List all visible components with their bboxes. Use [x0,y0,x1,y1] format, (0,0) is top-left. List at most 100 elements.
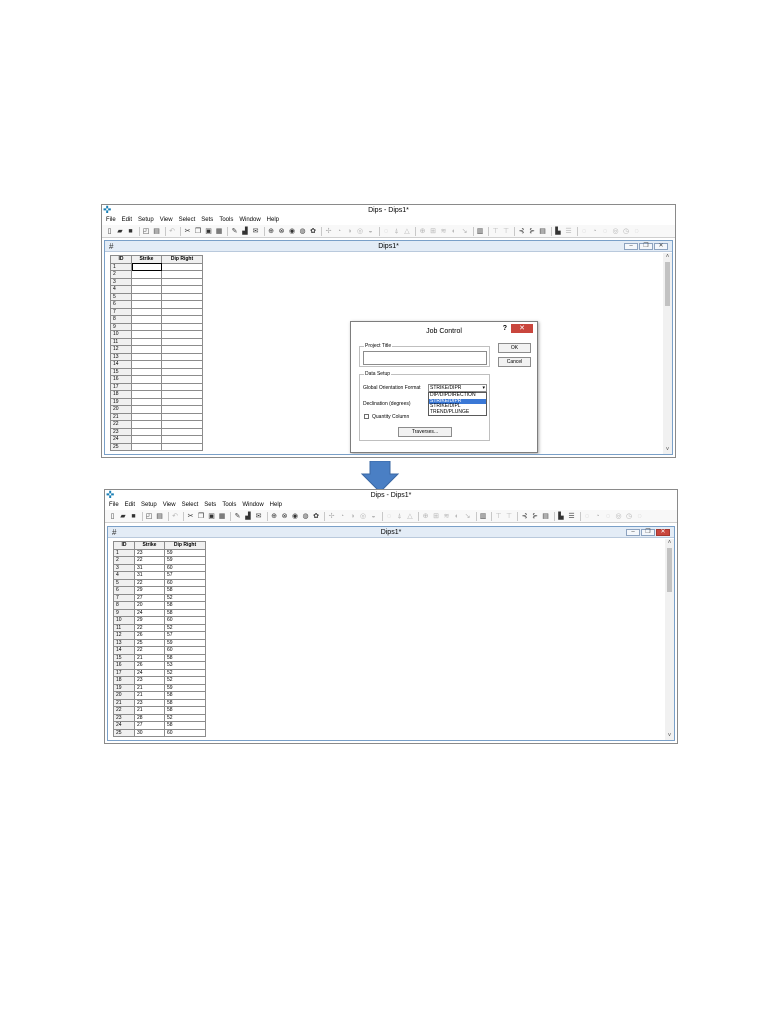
close-icon[interactable]: ✕ [656,529,670,536]
table-row[interactable]: 25 30 60 [113,728,206,737]
table-row[interactable]: 8 [110,315,203,324]
orientation-format-select[interactable]: STRIKE/DIPR ▾ [428,384,487,392]
row-id[interactable]: 25 [110,442,132,451]
histogram-icon[interactable]: ▥ [476,227,485,236]
dip-right-cell[interactable]: 52 [164,593,206,602]
table-row[interactable]: 8 20 58 [113,601,206,610]
restore-icon[interactable]: ❐ [641,529,655,536]
dip-right-cell[interactable] [161,375,203,384]
row-id[interactable]: 4 [110,285,132,294]
add-set-icon[interactable]: ⊰ [517,227,526,236]
strike-cell[interactable]: 26 [134,661,165,670]
tools-icon[interactable]: ✎ [233,512,242,521]
tool-i-icon[interactable]: ⊕ [418,227,427,236]
scatter-plot-icon[interactable]: ⊗ [277,227,286,236]
strike-cell[interactable]: 28 [134,713,165,722]
menu-view[interactable]: View [160,216,173,225]
dip-right-cell[interactable]: 57 [164,631,206,640]
dip-right-cell[interactable]: 58 [164,706,206,715]
strike-cell[interactable]: 21 [134,691,165,700]
menu-file[interactable]: File [109,501,119,510]
table-row[interactable]: 10 29 60 [113,616,206,625]
open-folder-icon[interactable]: ▰ [119,512,128,521]
strike-cell[interactable] [131,285,162,294]
copy-icon[interactable]: ❐ [197,512,206,521]
table-row[interactable]: 10 [110,330,203,339]
dip-right-cell[interactable]: 60 [164,616,206,625]
dip-right-cell[interactable] [161,412,203,421]
dip-right-cell[interactable] [161,315,203,324]
row-id[interactable]: 13 [110,352,132,361]
table-row[interactable]: 22 [110,420,203,429]
row-id[interactable]: 6 [113,586,135,595]
menu-setup[interactable]: Setup [141,501,157,510]
undo-icon[interactable]: ↶ [168,227,177,236]
row-id[interactable]: 24 [113,721,135,730]
tool-l-icon[interactable]: ◐ [453,512,462,521]
strike-cell[interactable] [131,412,162,421]
table-row[interactable]: 6 [110,300,203,309]
row-id[interactable]: 9 [113,608,135,617]
tool-j-icon[interactable]: ⊞ [429,227,438,236]
strike-cell[interactable] [131,397,162,406]
strike-cell[interactable]: 26 [134,631,165,640]
tool-i-icon[interactable]: ⊕ [421,512,430,521]
dip-right-cell[interactable]: 58 [164,653,206,662]
strike-cell[interactable] [131,352,162,361]
new-file-icon[interactable]: ▯ [105,227,114,236]
zoom-b-icon[interactable]: ◔ [593,512,602,521]
row-id[interactable]: 11 [113,623,135,632]
dip-right-cell[interactable]: 52 [164,623,206,632]
tool-f-icon[interactable]: ◌ [385,512,394,521]
tool-a-icon[interactable]: ✢ [327,512,336,521]
filter-b-icon[interactable]: ⊤ [502,227,511,236]
menu-help[interactable]: Help [270,501,282,510]
table-row[interactable]: 18 23 52 [113,676,206,685]
table-row[interactable]: 16 [110,375,203,384]
menu-select[interactable]: Select [182,501,199,510]
dip-right-cell[interactable]: 58 [164,601,206,610]
table-row[interactable]: 5 22 60 [113,578,206,587]
strike-cell[interactable]: 29 [134,616,165,625]
scroll-down-icon[interactable]: ˅ [665,732,674,740]
dip-right-cell[interactable] [161,382,203,391]
dip-right-cell[interactable]: 60 [164,563,206,572]
menu-window[interactable]: Window [239,216,260,225]
zoom-c-icon[interactable]: ◌ [604,512,613,521]
menu-tools[interactable]: Tools [219,216,233,225]
strike-cell[interactable] [131,420,162,429]
legend-icon[interactable]: ☰ [567,512,576,521]
scroll-up-icon[interactable]: ˄ [663,253,672,261]
row-id[interactable]: 24 [110,435,132,444]
row-id[interactable]: 22 [113,706,135,715]
cancel-button[interactable]: Cancel [498,357,531,367]
edit-set-icon[interactable]: ⊱ [531,512,540,521]
tool-b-icon[interactable]: ◔ [335,227,344,236]
strike-cell[interactable] [131,367,162,376]
major-planes-icon[interactable]: ◍ [298,227,307,236]
tool-a-icon[interactable]: ✢ [324,227,333,236]
dip-right-cell[interactable] [161,277,203,286]
tool-h-icon[interactable]: △ [406,512,415,521]
strike-cell[interactable] [131,345,162,354]
tool-c-icon[interactable]: ◑ [348,512,357,521]
dip-right-cell[interactable] [161,337,203,346]
row-id[interactable]: 4 [113,571,135,580]
table-row[interactable]: 2 22 59 [113,556,206,565]
edit-set-icon[interactable]: ⊱ [528,227,537,236]
menu-window[interactable]: Window [242,501,263,510]
menu-edit[interactable]: Edit [125,501,135,510]
undo-icon[interactable]: ↶ [171,512,180,521]
dip-right-cell[interactable] [161,270,203,279]
strike-cell[interactable] [131,292,162,301]
print-preview-icon[interactable]: ◰ [145,512,154,521]
dip-right-cell[interactable]: 58 [164,721,206,730]
row-id[interactable]: 11 [110,337,132,346]
tool-k-icon[interactable]: ≋ [439,227,448,236]
data-grid[interactable]: ID Strike Dip Right 1 2 3 4 5 6 7 8 9 10 11 12 13 14 1… [110,255,203,451]
tool-m-icon[interactable]: ↘ [463,512,472,521]
dialog-close-button[interactable]: ✕ [511,324,533,333]
table-row[interactable]: 20 21 58 [113,691,206,700]
tool-g-icon[interactable]: ⍋ [395,512,404,521]
table-row[interactable]: 17 [110,382,203,391]
